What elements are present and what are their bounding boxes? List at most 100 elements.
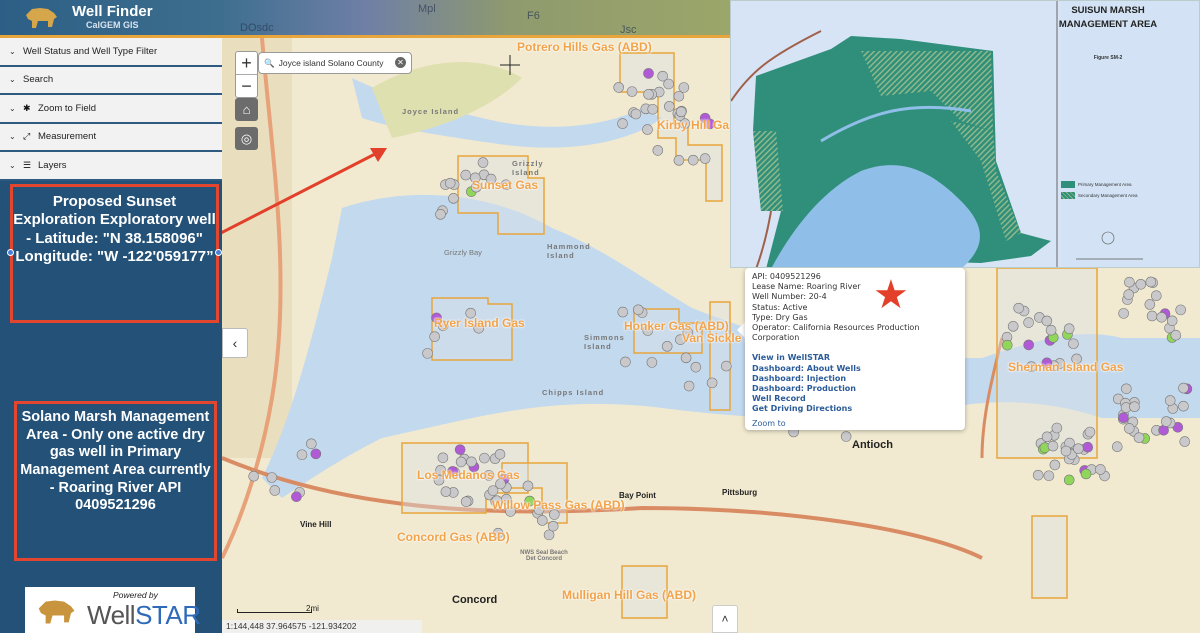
well-marker[interactable]: [642, 124, 653, 135]
well-marker[interactable]: [1082, 441, 1094, 453]
well-marker[interactable]: [683, 380, 695, 392]
well-marker[interactable]: [1007, 321, 1019, 332]
well-marker[interactable]: [448, 193, 459, 204]
well-marker[interactable]: [1049, 459, 1061, 471]
locate-button[interactable]: ◎: [235, 127, 258, 150]
panel-layers[interactable]: ⌄ ☰ Layers: [0, 152, 222, 181]
well-marker[interactable]: [494, 448, 506, 460]
well-marker[interactable]: [1151, 290, 1162, 302]
well-marker[interactable]: [429, 331, 440, 342]
well-marker[interactable]: [487, 485, 499, 496]
well-marker[interactable]: [1045, 324, 1057, 336]
well-marker[interactable]: [1178, 382, 1189, 394]
well-marker[interactable]: [1144, 299, 1156, 310]
well-marker[interactable]: [687, 154, 699, 166]
well-marker[interactable]: [626, 86, 638, 97]
well-marker[interactable]: [266, 472, 278, 483]
clear-search-icon[interactable]: ✕: [395, 57, 406, 68]
selection-handle[interactable]: [215, 249, 222, 256]
well-marker[interactable]: [706, 377, 718, 389]
well-marker[interactable]: [1178, 400, 1189, 412]
well-marker[interactable]: [647, 103, 659, 115]
well-marker[interactable]: [1068, 338, 1079, 350]
well-marker[interactable]: [296, 449, 308, 461]
panel-search[interactable]: ⌄ Search: [0, 66, 222, 95]
well-marker[interactable]: [477, 157, 489, 168]
well-marker[interactable]: [455, 456, 467, 468]
well-marker[interactable]: [1124, 276, 1135, 288]
well-marker[interactable]: [617, 118, 628, 129]
well-marker[interactable]: [310, 448, 322, 460]
well-marker[interactable]: [466, 456, 477, 468]
zoom-to-link[interactable]: Zoom to: [752, 419, 958, 429]
well-marker[interactable]: [1084, 426, 1096, 438]
well-marker[interactable]: [1080, 468, 1092, 480]
well-marker[interactable]: [437, 452, 449, 464]
well-marker[interactable]: [1160, 416, 1172, 427]
well-marker[interactable]: [1118, 412, 1129, 423]
link-driving-directions[interactable]: Get Driving Directions: [752, 404, 958, 414]
well-marker[interactable]: [1047, 440, 1059, 452]
well-marker[interactable]: [1041, 315, 1053, 327]
link-dashboard-about-wells[interactable]: Dashboard: About Wells: [752, 364, 958, 374]
well-marker[interactable]: [643, 89, 654, 100]
well-marker[interactable]: [1023, 339, 1034, 351]
well-marker[interactable]: [664, 101, 675, 112]
well-marker[interactable]: [1041, 431, 1053, 443]
well-marker[interactable]: [435, 209, 446, 220]
well-marker[interactable]: [1073, 443, 1084, 455]
well-marker[interactable]: [1111, 441, 1123, 453]
well-marker[interactable]: [661, 341, 673, 352]
well-marker[interactable]: [547, 520, 559, 532]
zoom-in-button[interactable]: +: [236, 52, 257, 75]
well-marker[interactable]: [1146, 310, 1158, 322]
well-marker[interactable]: [444, 177, 456, 189]
well-marker[interactable]: [1118, 308, 1129, 319]
well-marker[interactable]: [620, 356, 631, 368]
well-marker[interactable]: [652, 145, 664, 156]
zoom-out-button[interactable]: −: [236, 75, 257, 98]
well-marker[interactable]: [646, 357, 658, 368]
well-marker[interactable]: [1133, 432, 1145, 444]
well-marker[interactable]: [1170, 329, 1182, 341]
well-marker[interactable]: [1121, 383, 1132, 395]
well-marker[interactable]: [630, 108, 642, 120]
well-marker[interactable]: [248, 470, 260, 482]
well-marker[interactable]: [1032, 469, 1044, 481]
well-marker[interactable]: [632, 304, 644, 316]
well-marker[interactable]: [690, 361, 702, 373]
well-marker[interactable]: [1164, 395, 1176, 406]
panel-well-status-filter[interactable]: ⌄ Well Status and Well Type Filter: [0, 38, 222, 67]
well-marker[interactable]: [1145, 276, 1157, 288]
well-marker[interactable]: [1063, 474, 1075, 486]
well-marker[interactable]: [678, 82, 690, 93]
well-marker[interactable]: [720, 360, 732, 372]
well-marker[interactable]: [1023, 317, 1034, 328]
link-view-in-wellstar[interactable]: View in WellSTAR: [752, 353, 958, 363]
well-marker[interactable]: [522, 480, 534, 492]
well-marker[interactable]: [1013, 302, 1025, 314]
well-marker[interactable]: [422, 348, 433, 359]
well-marker[interactable]: [613, 82, 624, 93]
well-marker[interactable]: [617, 306, 629, 318]
well-marker[interactable]: [460, 496, 472, 507]
well-marker[interactable]: [1060, 445, 1072, 457]
expand-panel-button[interactable]: ˄: [712, 605, 738, 633]
collapse-sidebar-button[interactable]: ‹: [222, 328, 248, 358]
well-marker[interactable]: [460, 169, 472, 181]
link-well-record[interactable]: Well Record: [752, 394, 958, 404]
well-marker[interactable]: [1043, 470, 1055, 482]
well-marker[interactable]: [479, 452, 490, 464]
well-marker[interactable]: [1179, 436, 1191, 447]
well-marker[interactable]: [1129, 401, 1140, 412]
link-dashboard-injection[interactable]: Dashboard: Injection: [752, 374, 958, 384]
well-marker[interactable]: [680, 352, 692, 364]
well-marker[interactable]: [1175, 304, 1186, 316]
well-marker[interactable]: [675, 106, 687, 118]
well-marker[interactable]: [663, 78, 674, 90]
selection-handle[interactable]: [7, 249, 14, 256]
well-marker[interactable]: [306, 438, 317, 450]
well-marker[interactable]: [269, 485, 281, 496]
well-marker[interactable]: [1095, 464, 1106, 475]
well-marker[interactable]: [699, 153, 711, 164]
